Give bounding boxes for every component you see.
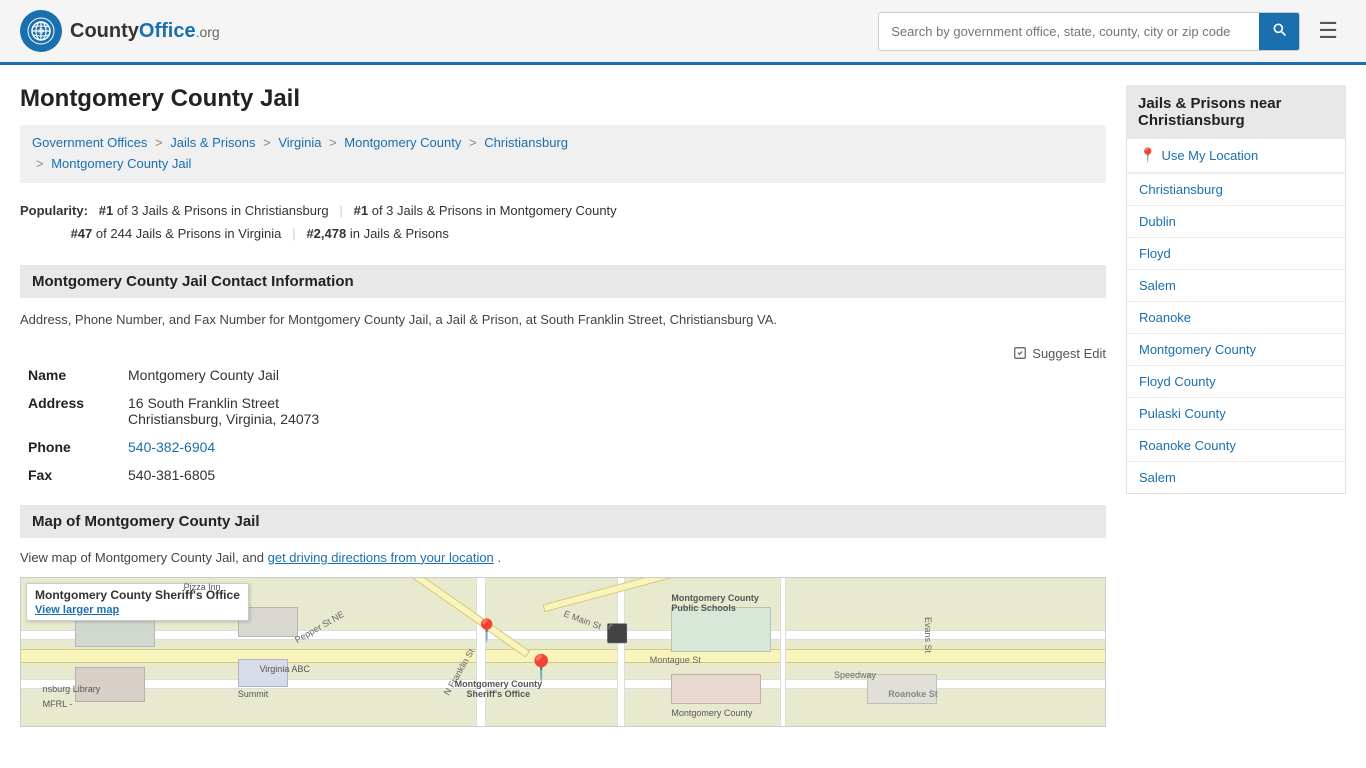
address-line2: Christiansburg, Virginia, 24073 [128, 411, 319, 427]
popularity-rank2-text: of 3 Jails & Prisons in Montgomery Count… [372, 203, 617, 218]
sidebar-link-pulaski-county[interactable]: Pulaski County [1127, 398, 1345, 429]
sidebar-item-christiansburg[interactable]: Christiansburg [1127, 174, 1345, 206]
road-label-montague: Montague St [650, 655, 701, 665]
suggest-edit-button[interactable]: Suggest Edit [1013, 346, 1106, 361]
location-pin-icon: 📍 [1139, 147, 1156, 164]
road-label-emain: E Main St [562, 609, 602, 632]
content-area: Montgomery County Jail Government Office… [20, 85, 1106, 727]
breadcrumb-gov-offices[interactable]: Government Offices [32, 135, 147, 150]
map-description: View map of Montgomery County Jail, and … [20, 550, 1106, 565]
popularity-rank1: #1 [99, 203, 113, 218]
view-larger-map-link[interactable]: View larger map [35, 604, 119, 616]
use-location-label: Use My Location [1161, 148, 1258, 163]
poi-library: nsburg Library [43, 684, 101, 694]
map-section-header: Map of Montgomery County Jail [20, 505, 1106, 538]
sidebar: Jails & Prisons near Christiansburg 📍 Us… [1126, 85, 1346, 727]
breadcrumb-virginia[interactable]: Virginia [278, 135, 321, 150]
address-line1: 16 South Franklin Street [128, 395, 279, 411]
sidebar-item-salem[interactable]: Salem [1127, 270, 1345, 302]
sidebar-item-montgomery-county[interactable]: Montgomery County [1127, 334, 1345, 366]
search-button[interactable] [1259, 13, 1299, 50]
popularity-rank3-text: of 244 Jails & Prisons in Virginia [96, 226, 281, 241]
use-location-link[interactable]: 📍 Use My Location [1127, 139, 1345, 173]
contact-section-header: Montgomery County Jail Contact Informati… [20, 265, 1106, 298]
sidebar-item-pulaski-county[interactable]: Pulaski County [1127, 398, 1345, 430]
road-label-evans: Evans St [923, 617, 933, 653]
popularity-label: Popularity: [20, 203, 88, 218]
map-desc-after: . [497, 550, 501, 565]
sidebar-link-floyd-county[interactable]: Floyd County [1127, 366, 1345, 397]
road-label-roanoke: Roanoke St [888, 689, 938, 699]
poi-mfrl: MFRL - [43, 699, 73, 709]
driving-directions-link[interactable]: get driving directions from your locatio… [268, 550, 494, 565]
phone-link[interactable]: 540-382-6904 [128, 439, 215, 455]
popularity-rank1-text: of 3 Jails & Prisons in Christiansburg [117, 203, 329, 218]
site-logo-icon [20, 10, 62, 52]
name-row: Name Montgomery County Jail [20, 361, 1106, 389]
breadcrumb-christiansburg[interactable]: Christiansburg [484, 135, 568, 150]
sidebar-link-montgomery-county[interactable]: Montgomery County [1127, 334, 1345, 365]
breadcrumb-jails-prisons[interactable]: Jails & Prisons [170, 135, 255, 150]
sidebar-link-salem2[interactable]: Salem [1127, 462, 1345, 493]
poi-sheriffs: Montgomery CountySheriff's Office [455, 679, 543, 699]
sidebar-item-roanoke-county[interactable]: Roanoke County [1127, 430, 1345, 462]
fax-row: Fax 540-381-6805 [20, 461, 1106, 489]
poi-pizza: Pizza Inn [184, 582, 221, 592]
address-row: Address 16 South Franklin Street Christi… [20, 389, 1106, 433]
sidebar-link-dublin[interactable]: Dublin [1127, 206, 1345, 237]
site-header: CountyOffice.org ☰ [0, 0, 1366, 65]
contact-info-table: Name Montgomery County Jail Address 16 S… [20, 361, 1106, 489]
sidebar-link-roanoke-county[interactable]: Roanoke County [1127, 430, 1345, 461]
breadcrumb-current[interactable]: Montgomery County Jail [51, 156, 191, 171]
header-right: ☰ [878, 12, 1346, 51]
popularity-rank4-text: in Jails & Prisons [350, 226, 449, 241]
road-label-pepper: Pepper St NE [293, 609, 346, 645]
use-location-item[interactable]: 📍 Use My Location [1127, 139, 1345, 174]
phone-row: Phone 540-382-6904 [20, 433, 1106, 461]
breadcrumb-montgomery-county[interactable]: Montgomery County [344, 135, 461, 150]
poi-schools: Montgomery CountyPublic Schools [671, 593, 759, 613]
sidebar-item-salem2[interactable]: Salem [1127, 462, 1345, 493]
sidebar-link-salem[interactable]: Salem [1127, 270, 1345, 301]
phone-label: Phone [20, 433, 120, 461]
poi-mc-bottom: Montgomery County [671, 708, 752, 718]
logo-area: CountyOffice.org [20, 10, 220, 52]
menu-icon[interactable]: ☰ [1310, 14, 1346, 48]
popularity-rank2: #1 [354, 203, 368, 218]
poi-abc: Virginia ABC [259, 664, 309, 674]
sidebar-item-floyd[interactable]: Floyd [1127, 238, 1345, 270]
map-yellow-pin: ⬛ [606, 624, 628, 645]
sidebar-list: 📍 Use My Location Christiansburg Dublin … [1126, 139, 1346, 494]
sidebar-item-dublin[interactable]: Dublin [1127, 206, 1345, 238]
contact-description: Address, Phone Number, and Fax Number fo… [20, 310, 1106, 330]
breadcrumb: Government Offices > Jails & Prisons > V… [20, 125, 1106, 183]
map-background: 📍 📍 ⬛ Montgomery County Sheriff's Office… [21, 578, 1105, 726]
popularity-rank3: #47 [71, 226, 93, 241]
fax-label: Fax [20, 461, 120, 489]
popularity-rank4: #2,478 [306, 226, 346, 241]
map-desc-before: View map of Montgomery County Jail, and [20, 550, 264, 565]
fax-value: 540-381-6805 [120, 461, 1106, 489]
address-label: Address [20, 389, 120, 433]
sidebar-header: Jails & Prisons near Christiansburg [1126, 85, 1346, 139]
poi-summit: Summit [238, 689, 269, 699]
sidebar-link-christiansburg[interactable]: Christiansburg [1127, 174, 1345, 205]
popularity-section: Popularity: #1 of 3 Jails & Prisons in C… [20, 199, 1106, 246]
search-bar [878, 12, 1300, 51]
address-value: 16 South Franklin Street Christiansburg,… [120, 389, 1106, 433]
name-label: Name [20, 361, 120, 389]
site-logo-text: CountyOffice.org [70, 20, 220, 43]
road-label-speedway: Speedway [834, 670, 876, 680]
map-container[interactable]: 📍 📍 ⬛ Montgomery County Sheriff's Office… [20, 577, 1106, 727]
name-value: Montgomery County Jail [120, 361, 1106, 389]
main-content: Montgomery County Jail Government Office… [0, 65, 1366, 747]
sidebar-link-floyd[interactable]: Floyd [1127, 238, 1345, 269]
sidebar-link-roanoke[interactable]: Roanoke [1127, 302, 1345, 333]
sidebar-item-roanoke[interactable]: Roanoke [1127, 302, 1345, 334]
search-input[interactable] [879, 16, 1259, 47]
map-blue-pin: 📍 [473, 618, 500, 644]
page-title: Montgomery County Jail [20, 85, 1106, 113]
sidebar-item-floyd-county[interactable]: Floyd County [1127, 366, 1345, 398]
